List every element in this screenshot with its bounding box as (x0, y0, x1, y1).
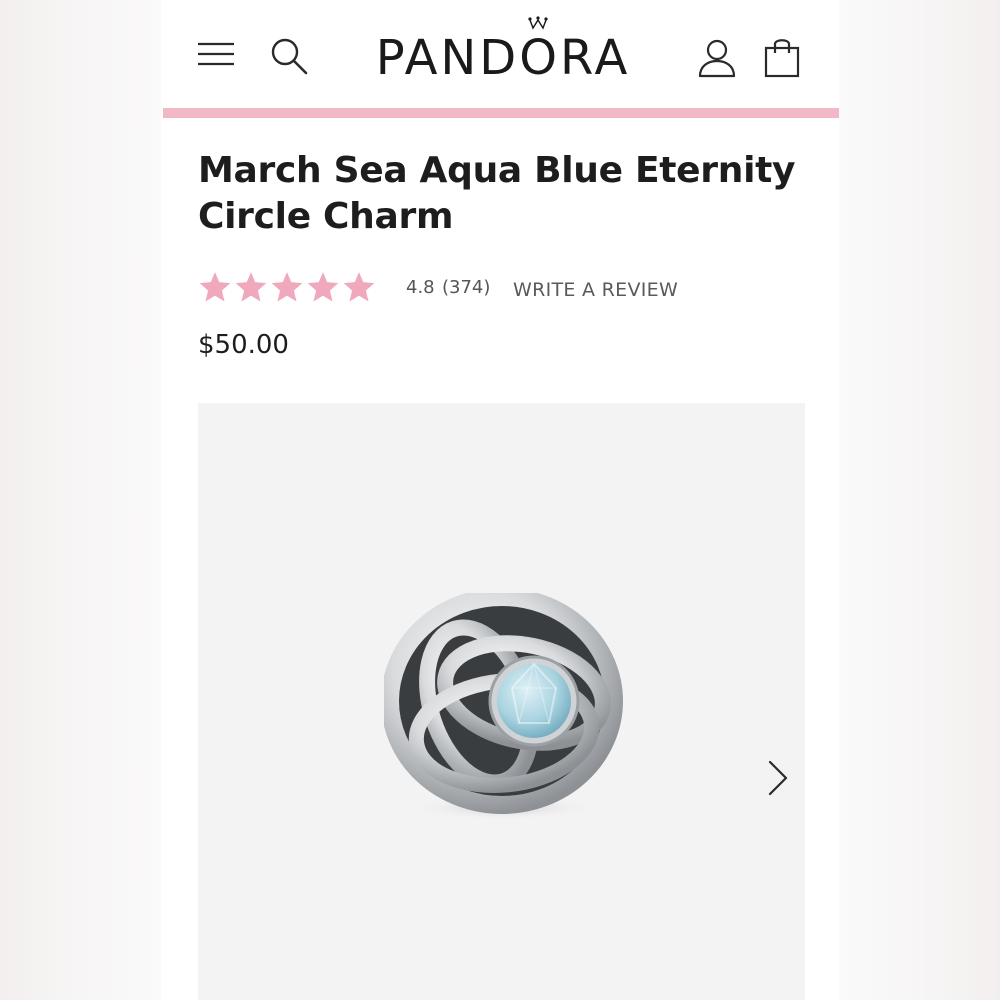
write-review-link[interactable]: WRITE A REVIEW (513, 279, 678, 301)
star-rating[interactable] (198, 270, 378, 306)
product-price: $50.00 (198, 330, 289, 360)
account-icon[interactable] (698, 38, 736, 78)
crown-icon (528, 16, 548, 30)
brand-name: PANDORA (375, 30, 631, 86)
rating-value: 4.8 (406, 277, 435, 298)
header-accent-bar (163, 108, 839, 118)
product-title: March Sea Aqua Blue Eternity Circle Char… (198, 150, 796, 237)
review-count[interactable]: (374) (442, 277, 490, 298)
product-gallery[interactable] (198, 403, 805, 1000)
search-icon[interactable] (269, 36, 309, 76)
charm-image (384, 593, 623, 820)
chevron-right-icon[interactable] (764, 758, 792, 798)
star-icon (307, 272, 339, 302)
product-page: PANDORA March Sea Aqua Blue Eternity Cir… (163, 0, 839, 1000)
star-icon (199, 272, 231, 302)
shopping-bag-icon[interactable] (763, 36, 801, 78)
menu-icon[interactable] (197, 38, 235, 70)
star-icon (271, 272, 303, 302)
rating-row: 4.8 (374) WRITE A REVIEW (198, 268, 798, 308)
brand-logo[interactable]: PANDORA (338, 16, 668, 90)
star-icon (343, 272, 375, 302)
star-icon (235, 272, 267, 302)
site-header: PANDORA (163, 0, 839, 108)
